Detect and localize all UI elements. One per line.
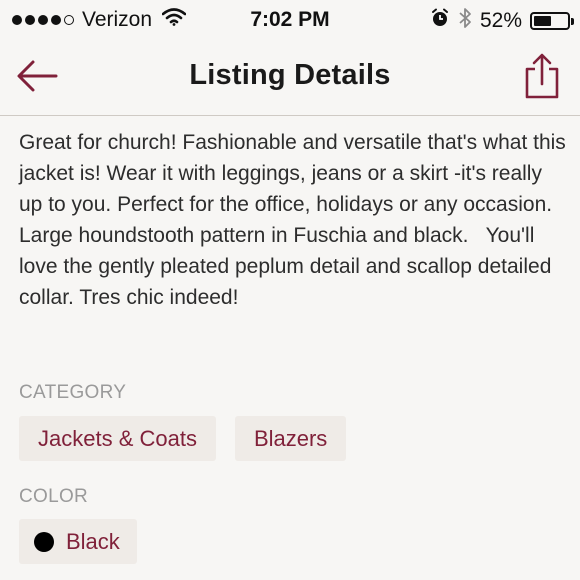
page-title: Listing Details (189, 59, 391, 91)
color-label: COLOR (19, 486, 89, 507)
share-button[interactable] (524, 52, 560, 100)
color-tags: Black (19, 519, 137, 564)
battery-percent: 52% (479, 9, 522, 32)
battery-icon (530, 12, 574, 30)
status-right: 52% (430, 7, 574, 35)
navigation-bar: Listing Details (0, 40, 580, 116)
category-label: CATEGORY (19, 382, 127, 403)
category-tags: Jackets & Coats Blazers (19, 416, 347, 461)
share-icon (525, 53, 559, 99)
category-tag-jackets-coats[interactable]: Jackets & Coats (19, 416, 216, 461)
status-bar: Verizon 7:02 PM 52% (0, 0, 580, 40)
battery-level (534, 16, 551, 26)
color-swatch (34, 531, 54, 552)
bluetooth-icon (458, 7, 472, 35)
alarm-icon (430, 8, 450, 34)
color-tag-black[interactable]: Black (19, 519, 137, 564)
listing-details-content: Great for church! Fashionable and versat… (19, 127, 572, 564)
color-tag-label: Black (66, 528, 120, 554)
category-tag-blazers[interactable]: Blazers (234, 416, 347, 461)
listing-description: Great for church! Fashionable and versat… (19, 131, 572, 309)
